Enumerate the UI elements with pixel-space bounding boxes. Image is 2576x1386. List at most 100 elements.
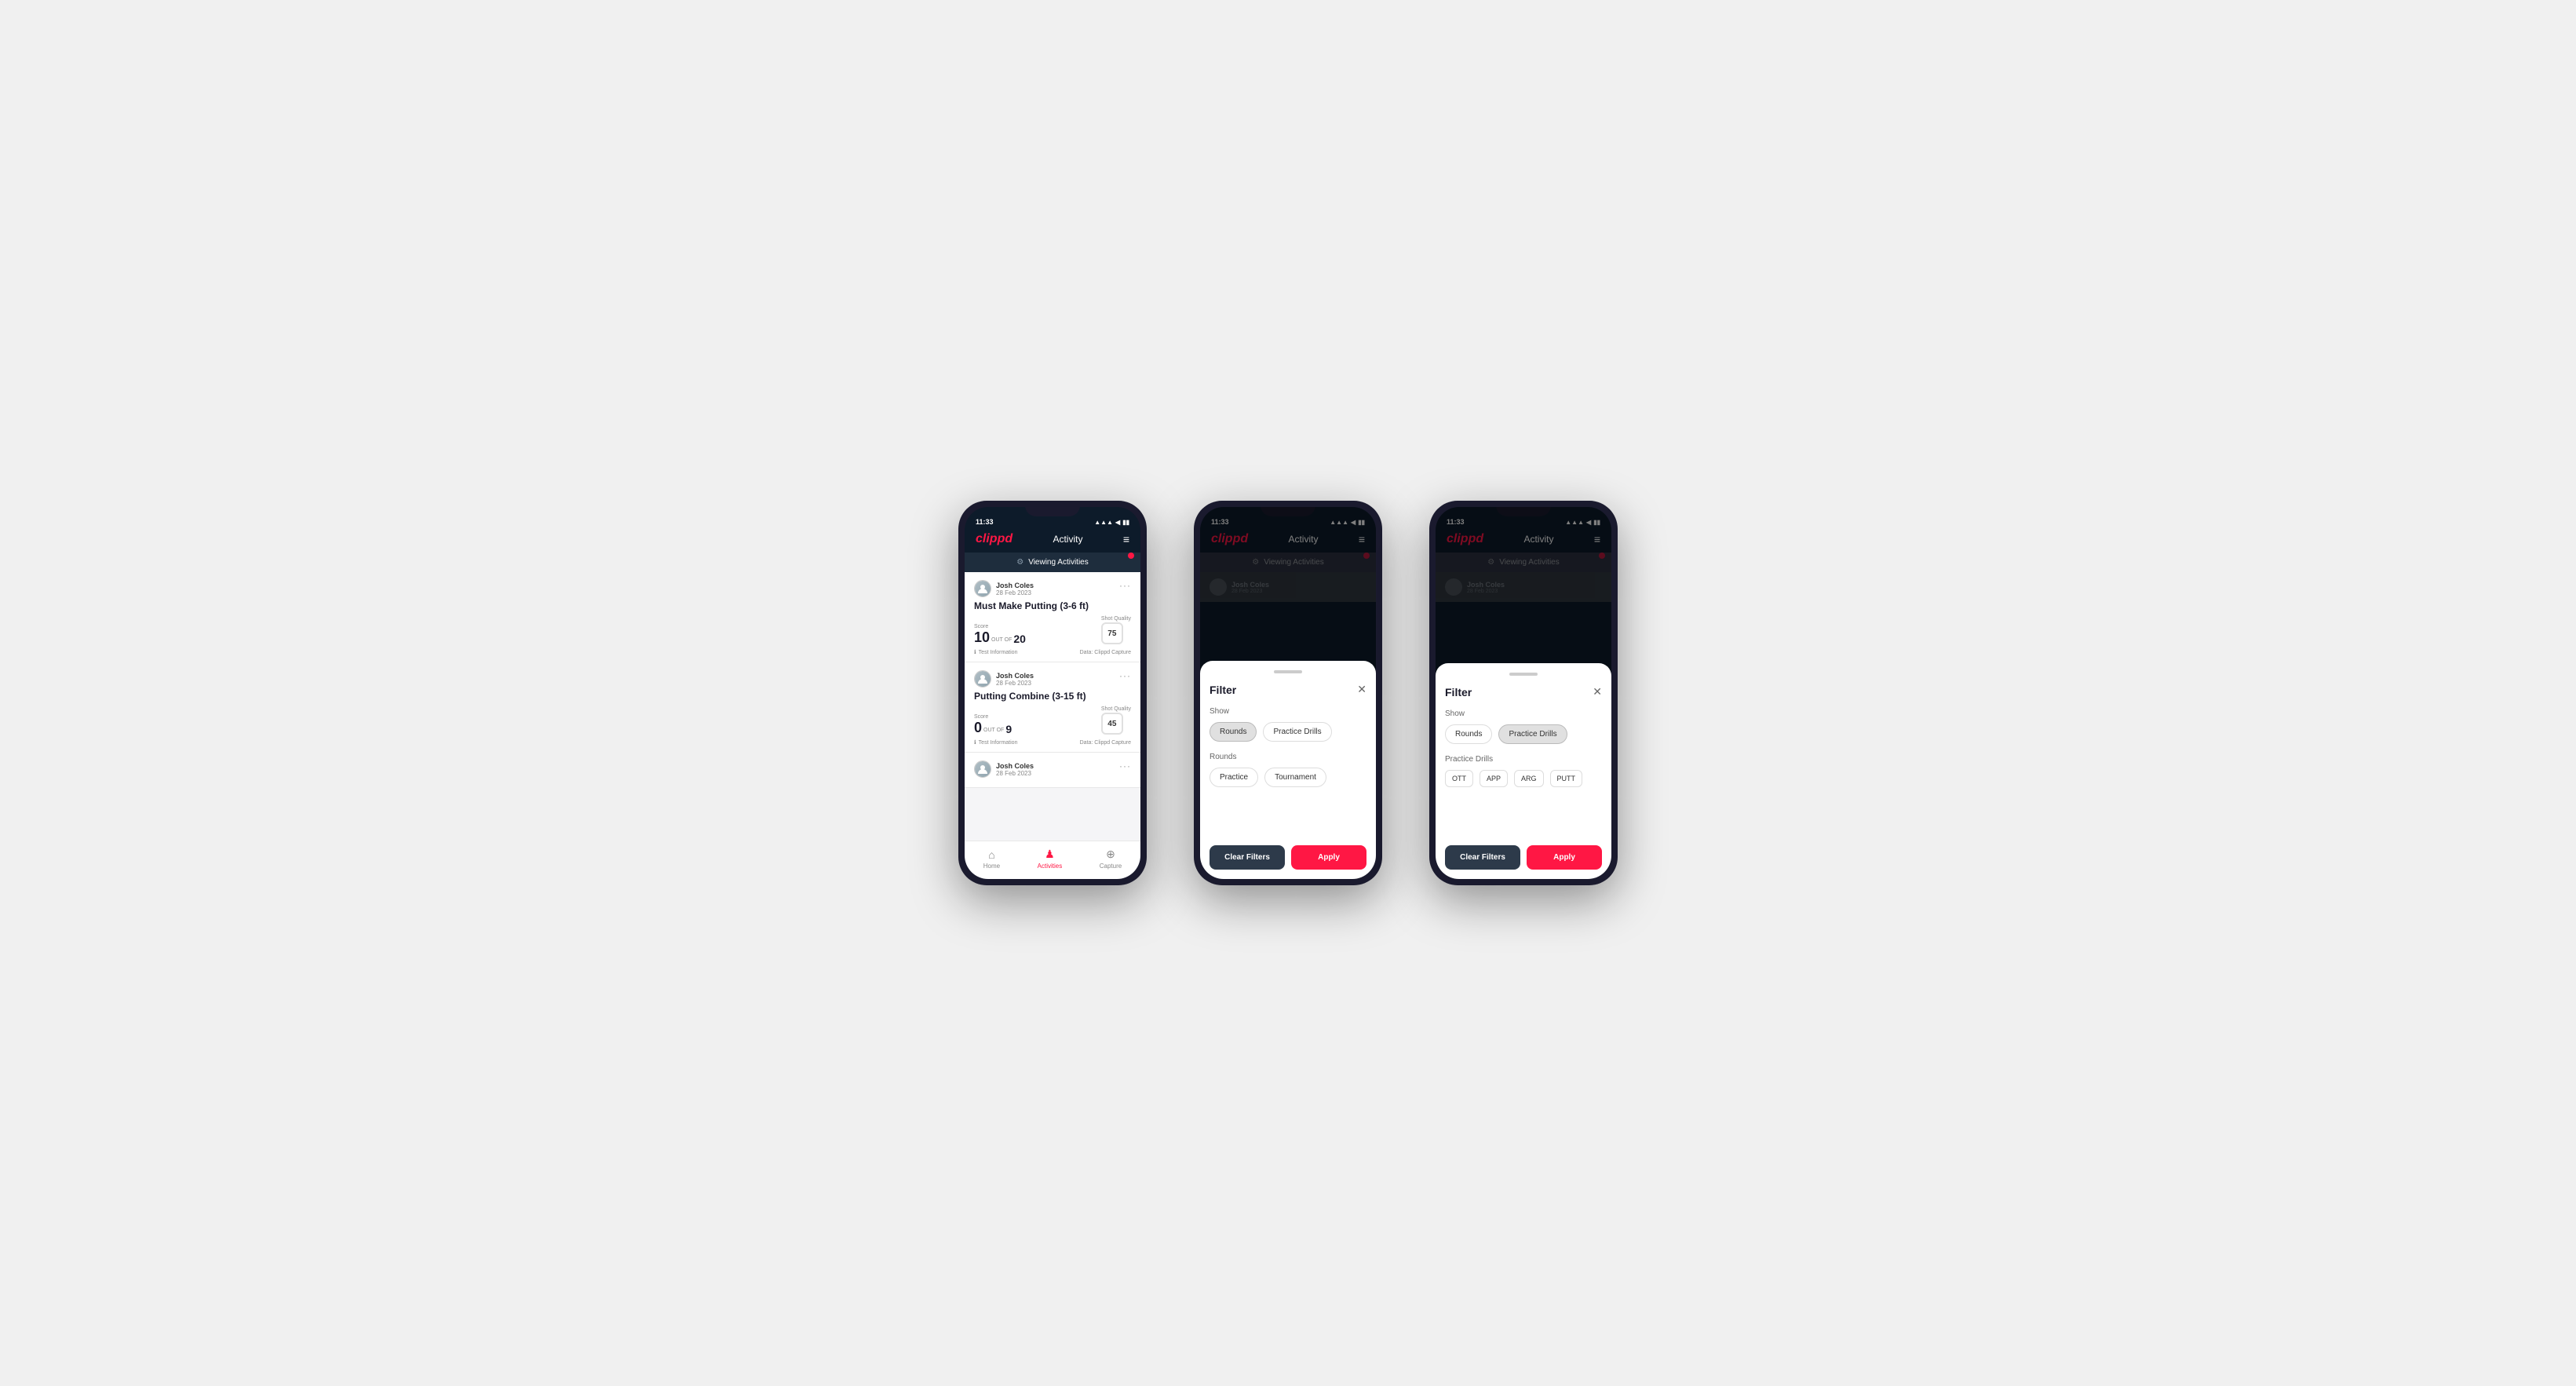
avatar-image: [975, 581, 991, 596]
apply-button[interactable]: Apply: [1291, 845, 1366, 870]
outof-label-2: OUT OF: [983, 728, 1004, 735]
outof-value: 20: [1013, 633, 1026, 644]
rounds-filter-buttons: Practice Tournament: [1210, 768, 1366, 787]
ott-button[interactable]: OTT: [1445, 770, 1473, 787]
modal-close-button[interactable]: ✕: [1357, 683, 1366, 696]
user-details: Josh Coles 28 Feb 2023: [996, 582, 1034, 596]
nav-capture[interactable]: ⊕ Capture: [1100, 848, 1122, 870]
user-date-2: 28 Feb 2023: [996, 680, 1034, 687]
battery-icon: ▮▮: [1122, 519, 1129, 526]
arg-button[interactable]: ARG: [1514, 770, 1544, 787]
more-options-button-2[interactable]: ···: [1119, 670, 1131, 681]
modal-title-3: Filter: [1445, 686, 1472, 698]
capture-icon: ⊕: [1106, 848, 1115, 861]
user-name-3: Josh Coles: [996, 762, 1034, 770]
viewing-banner[interactable]: ⚙ Viewing Activities: [965, 553, 1140, 572]
sq-label-2: Shot Quality: [1101, 706, 1131, 712]
score-label: Score: [974, 624, 1026, 629]
sq-badge-2: 45: [1101, 713, 1123, 735]
apply-button-3[interactable]: Apply: [1527, 845, 1602, 870]
avatar: [974, 580, 991, 597]
test-info: ℹ Test Information: [974, 649, 1017, 655]
rounds-label: Rounds: [1210, 753, 1366, 761]
modal-close-button-3[interactable]: ✕: [1593, 685, 1602, 698]
avatar-2: [974, 670, 991, 688]
screenshots-container: 11:33 ▲▲▲ ◀ ▮▮ clippd Activity ≡ ⚙ Viewi…: [911, 454, 1665, 932]
data-source-2: Data: Clippd Capture: [1080, 740, 1131, 746]
test-info-text-2: Test Information: [979, 740, 1018, 746]
user-info-3: Josh Coles 28 Feb 2023: [974, 760, 1034, 778]
practice-drills-button-3[interactable]: Practice Drills: [1498, 724, 1567, 744]
more-options-button[interactable]: ···: [1119, 580, 1131, 591]
info-icon: ℹ: [974, 649, 976, 655]
app-header: clippd Activity ≡: [965, 527, 1140, 553]
score-value-2: 0: [974, 720, 982, 735]
outof-value-2: 9: [1005, 724, 1012, 735]
data-source: Data: Clippd Capture: [1080, 650, 1131, 655]
rounds-button-3[interactable]: Rounds: [1445, 724, 1492, 744]
stats-row-2: Score 0 OUT OF 9 Shot Quality 45: [974, 706, 1131, 735]
filter-modal: Filter ✕ Show Rounds Practice Drills Rou…: [1200, 661, 1376, 879]
score-stat-2: Score 0 OUT OF 9: [974, 714, 1012, 735]
notification-dot: [1128, 553, 1134, 559]
more-options-button-3[interactable]: ···: [1119, 760, 1131, 771]
nav-home[interactable]: ⌂ Home: [983, 848, 1000, 870]
drill-filter-buttons: OTT APP ARG PUTT: [1445, 770, 1602, 787]
bottom-nav: ⌂ Home ♟ Activities ⊕ Capture: [965, 841, 1140, 879]
header-title: Activity: [1053, 534, 1082, 545]
rounds-button[interactable]: Rounds: [1210, 722, 1257, 742]
user-name-2: Josh Coles: [996, 672, 1034, 680]
phone-screen-3: 11:33 ▲▲▲ ◀ ▮▮ clippd Activity ≡ ⚙ Viewi…: [1436, 507, 1611, 879]
app-button[interactable]: APP: [1480, 770, 1508, 787]
card-header: Josh Coles 28 Feb 2023 ···: [974, 580, 1131, 597]
avatar-image-3: [975, 761, 991, 777]
score-label-2: Score: [974, 714, 1012, 720]
user-date-3: 28 Feb 2023: [996, 770, 1034, 777]
activity-card-1[interactable]: Josh Coles 28 Feb 2023 ··· Must Make Put…: [965, 572, 1140, 662]
modal-footer: Clear Filters Apply: [1210, 845, 1366, 870]
shot-quality-stat-2: Shot Quality 45: [1101, 706, 1131, 735]
putt-button[interactable]: PUTT: [1550, 770, 1583, 787]
phone-1: 11:33 ▲▲▲ ◀ ▮▮ clippd Activity ≡ ⚙ Viewi…: [958, 501, 1147, 885]
card-footer: ℹ Test Information Data: Clippd Capture: [974, 649, 1131, 655]
clear-filters-button[interactable]: Clear Filters: [1210, 845, 1285, 870]
card-header-3: Josh Coles 28 Feb 2023 ···: [974, 760, 1131, 778]
modal-title: Filter: [1210, 684, 1236, 696]
practice-drills-section-label: Practice Drills: [1445, 755, 1602, 764]
practice-drills-button[interactable]: Practice Drills: [1263, 722, 1331, 742]
filter-modal-3: Filter ✕ Show Rounds Practice Drills Pra…: [1436, 663, 1611, 879]
menu-icon[interactable]: ≡: [1123, 533, 1129, 545]
filter-modal-overlay-3: Filter ✕ Show Rounds Practice Drills Pra…: [1436, 507, 1611, 879]
test-info-2: ℹ Test Information: [974, 739, 1017, 746]
user-info: Josh Coles 28 Feb 2023: [974, 580, 1034, 597]
user-date: 28 Feb 2023: [996, 589, 1034, 596]
score-value: 10: [974, 630, 990, 644]
show-label-3: Show: [1445, 709, 1602, 718]
tournament-button[interactable]: Tournament: [1264, 768, 1326, 787]
phone-3: 11:33 ▲▲▲ ◀ ▮▮ clippd Activity ≡ ⚙ Viewi…: [1429, 501, 1618, 885]
time: 11:33: [976, 518, 994, 526]
stats-row: Score 10 OUT OF 20 Shot Quality 75: [974, 616, 1131, 644]
clear-filters-button-3[interactable]: Clear Filters: [1445, 845, 1520, 870]
info-icon-2: ℹ: [974, 739, 976, 746]
activity-card-2[interactable]: Josh Coles 28 Feb 2023 ··· Putting Combi…: [965, 662, 1140, 753]
user-name: Josh Coles: [996, 582, 1034, 589]
outof-label: OUT OF: [991, 637, 1012, 644]
logo: clippd: [976, 532, 1013, 546]
practice-round-button[interactable]: Practice: [1210, 768, 1258, 787]
filter-modal-overlay: Filter ✕ Show Rounds Practice Drills Rou…: [1200, 507, 1376, 879]
activity-card-3[interactable]: Josh Coles 28 Feb 2023 ···: [965, 753, 1140, 788]
score-stat: Score 10 OUT OF 20: [974, 624, 1026, 644]
avatar-image-2: [975, 671, 991, 687]
show-label: Show: [1210, 707, 1366, 716]
home-icon: ⌂: [988, 848, 994, 861]
wifi-icon: ◀: [1115, 519, 1120, 526]
test-info-text: Test Information: [979, 650, 1018, 655]
nav-activities[interactable]: ♟ Activities: [1038, 848, 1063, 870]
user-info-2: Josh Coles 28 Feb 2023: [974, 670, 1034, 688]
filter-icon: ⚙: [1016, 558, 1023, 567]
sq-badge: 75: [1101, 622, 1123, 644]
card-footer-2: ℹ Test Information Data: Clippd Capture: [974, 739, 1131, 746]
show-filter-buttons-3: Rounds Practice Drills: [1445, 724, 1602, 744]
user-details-3: Josh Coles 28 Feb 2023: [996, 762, 1034, 777]
